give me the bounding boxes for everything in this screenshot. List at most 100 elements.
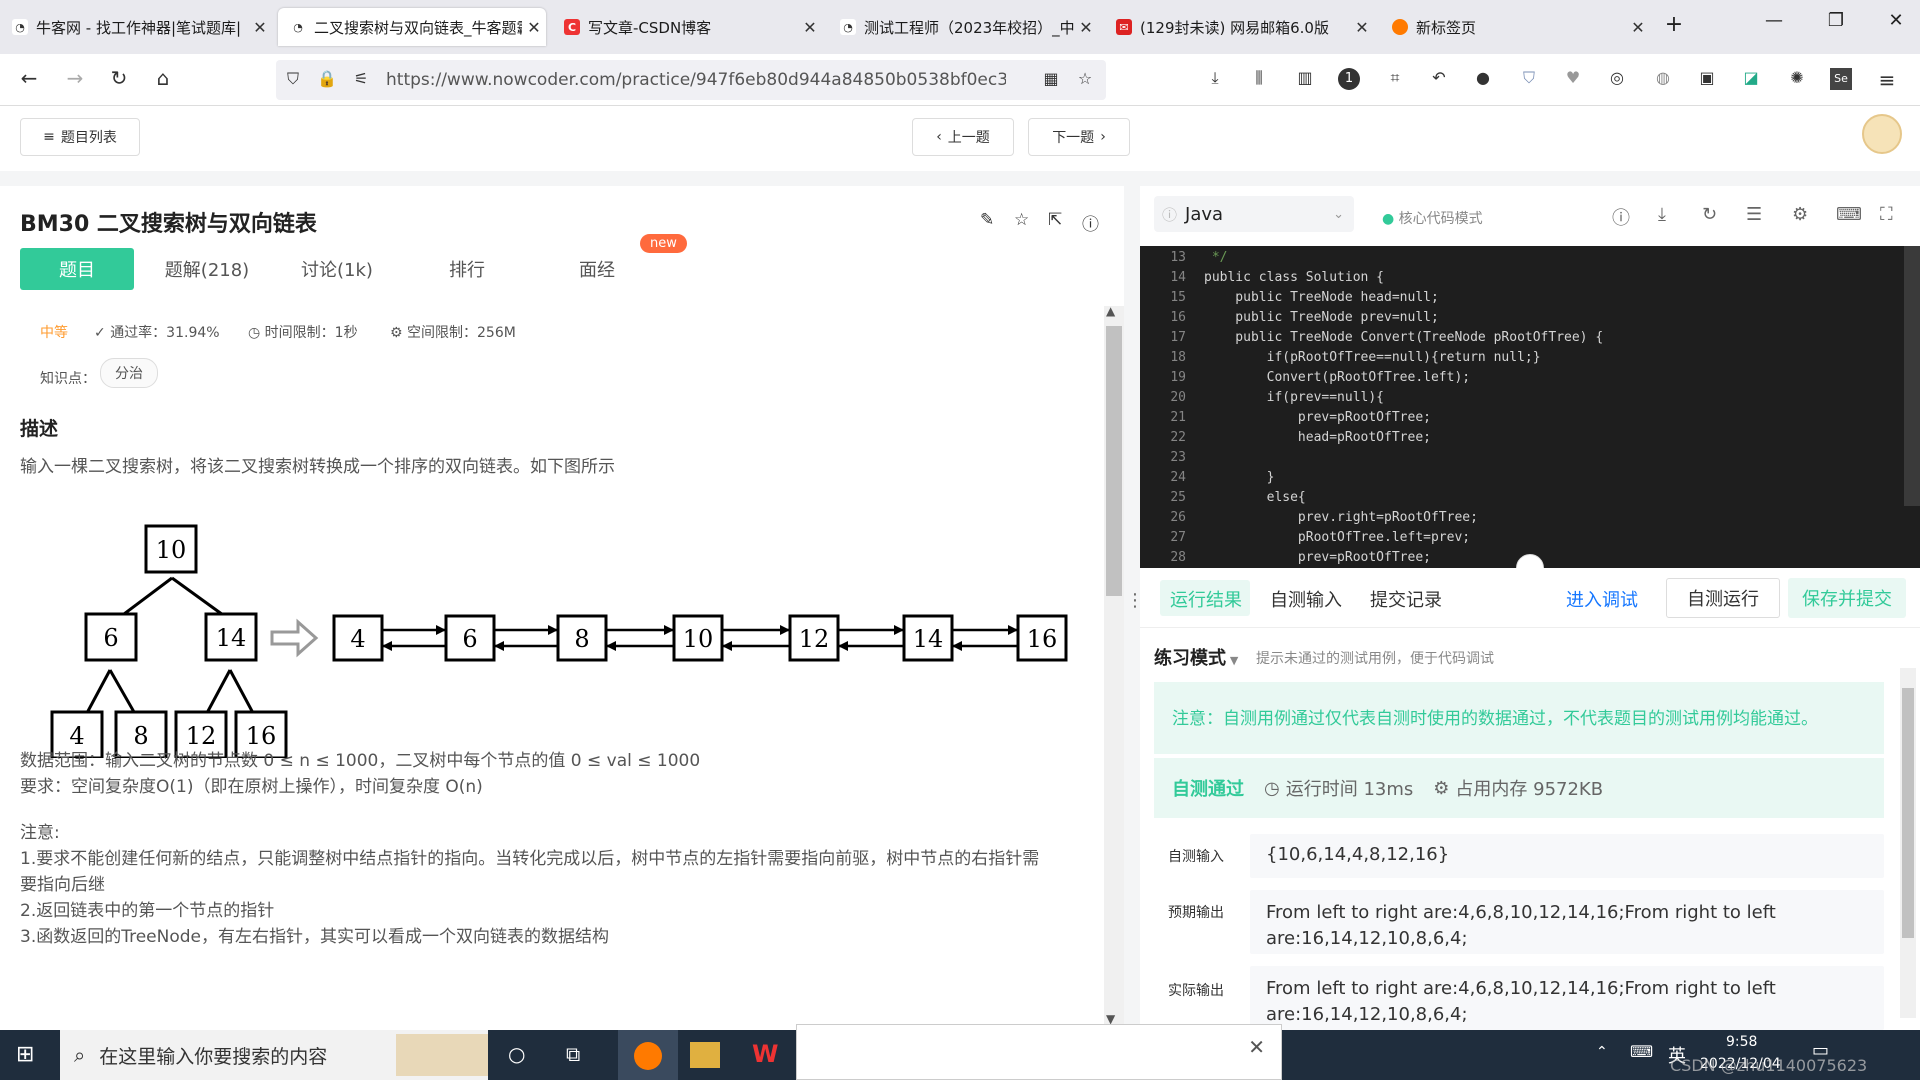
lock-icon[interactable]: 🔒 bbox=[316, 69, 338, 91]
self-test-run-button[interactable]: 自测运行 bbox=[1666, 578, 1780, 618]
code-line[interactable]: } bbox=[1204, 470, 1275, 485]
browser-tab[interactable]: ✉ (129封未读) 网易邮箱6.0版 ✕ bbox=[1104, 8, 1374, 46]
tab-problem[interactable]: 题目 bbox=[20, 248, 134, 290]
avatar[interactable] bbox=[1862, 114, 1902, 154]
firefox-taskbar-button[interactable] bbox=[618, 1030, 678, 1080]
tab-interview[interactable]: 面经 bbox=[540, 248, 654, 290]
selenium-icon[interactable]: Se bbox=[1830, 68, 1852, 90]
new-tab-icon[interactable]: + bbox=[1654, 12, 1694, 37]
browser-tab[interactable]: ◔ 牛客网 - 找工作神器|笔试题库| ✕ bbox=[0, 8, 272, 46]
close-tab-icon[interactable]: ✕ bbox=[798, 18, 822, 37]
next-problem-button[interactable]: 下一题 › bbox=[1028, 118, 1130, 156]
windows-start-icon[interactable]: ⊞ bbox=[16, 1042, 34, 1067]
download-icon[interactable]: ⤓ bbox=[1204, 68, 1226, 90]
undo-icon[interactable]: ↶ bbox=[1428, 68, 1450, 90]
code-line[interactable]: public class Solution { bbox=[1204, 270, 1384, 285]
settings-icon[interactable]: ⚙ bbox=[1792, 204, 1808, 225]
code-line[interactable]: head=pRootOfTree; bbox=[1204, 430, 1431, 445]
close-tab-icon[interactable]: ✕ bbox=[1350, 18, 1374, 37]
bookmark-star-icon[interactable]: ☆ bbox=[1074, 69, 1096, 91]
minimize-icon[interactable]: — bbox=[1754, 10, 1794, 31]
restore-icon[interactable]: ❐ bbox=[1816, 10, 1856, 31]
code-line[interactable]: else{ bbox=[1204, 490, 1306, 505]
tab-discussion[interactable]: 讨论(1k) bbox=[280, 248, 394, 290]
favorite-star-icon[interactable]: ☆ bbox=[1014, 210, 1029, 230]
globe-icon[interactable]: ◍ bbox=[1652, 68, 1674, 90]
close-tab-icon[interactable]: ✕ bbox=[248, 18, 272, 37]
share-icon[interactable]: ⇱ bbox=[1048, 210, 1062, 230]
result-scrollbar-thumb[interactable] bbox=[1902, 688, 1914, 938]
close-tab-icon[interactable]: ✕ bbox=[1626, 18, 1650, 37]
code-line[interactable]: prev=pRootOfTree; bbox=[1204, 550, 1431, 565]
code-line[interactable]: public TreeNode head=null; bbox=[1204, 290, 1439, 305]
extension-icon[interactable]: 1 bbox=[1338, 68, 1360, 90]
report-icon[interactable]: ⓘ bbox=[1082, 210, 1099, 235]
keyboard-icon[interactable]: ⌨ bbox=[1630, 1042, 1653, 1061]
tab-submissions[interactable]: 提交记录 bbox=[1370, 586, 1442, 612]
forward-icon[interactable]: → bbox=[60, 66, 90, 90]
code-editor[interactable]: 13 14 15 16 17 18 19 20 21 22 23 24 25 26 27 28 */ publi… bbox=[1140, 246, 1920, 568]
crop-icon[interactable]: ⌗ bbox=[1384, 68, 1406, 90]
browser-tab[interactable]: C 写文章-CSDN博客 ✕ bbox=[552, 8, 822, 46]
editor-scrollbar-thumb[interactable] bbox=[1904, 246, 1920, 506]
tab-run-result[interactable]: 运行结果 bbox=[1170, 586, 1242, 612]
download-code-icon[interactable]: ⤓ bbox=[1658, 204, 1666, 225]
tab-ranking[interactable]: 排行 bbox=[410, 248, 524, 290]
browser-tab[interactable]: 新标签页 ✕ bbox=[1380, 8, 1650, 46]
tab-solutions[interactable]: 题解(218) bbox=[150, 248, 264, 290]
url-text[interactable]: https://www.nowcoder.com/practice/947f6e… bbox=[386, 70, 1006, 90]
code-line[interactable]: pRootOfTree.left=prev; bbox=[1204, 530, 1470, 545]
scroll-up-icon[interactable]: ▲ bbox=[1106, 304, 1115, 318]
reload-icon[interactable]: ↻ bbox=[104, 66, 134, 90]
permissions-icon[interactable]: ⚟ bbox=[350, 69, 372, 91]
close-tab-icon[interactable]: ✕ bbox=[522, 18, 546, 37]
language-select[interactable]: ⓘ Java ⌄ bbox=[1154, 196, 1354, 232]
practice-mode-dropdown[interactable]: 练习模式 ▼ bbox=[1154, 644, 1238, 670]
description-scrollbar-thumb[interactable] bbox=[1106, 326, 1122, 596]
edit-icon[interactable]: ✎ bbox=[980, 210, 994, 230]
extension-icon[interactable]: ◎ bbox=[1606, 68, 1628, 90]
taskbar-search[interactable]: ⌕ 在这里输入你要搜索的内容 bbox=[60, 1030, 488, 1080]
close-window-icon[interactable]: ✕ bbox=[1876, 10, 1916, 31]
cortana-icon[interactable]: ○ bbox=[508, 1042, 525, 1066]
keyboard-icon[interactable]: ⌨ bbox=[1836, 204, 1862, 225]
knowledge-tag[interactable]: 分治 bbox=[100, 358, 158, 388]
help-icon[interactable]: ⓘ bbox=[1612, 204, 1630, 230]
extension-icon[interactable]: ▣ bbox=[1696, 68, 1718, 90]
save-submit-button[interactable]: 保存并提交 bbox=[1788, 578, 1906, 618]
code-line[interactable]: */ bbox=[1204, 250, 1228, 265]
close-popup-icon[interactable]: ✕ bbox=[1248, 1035, 1265, 1059]
library-icon[interactable]: ⫼ bbox=[1248, 68, 1270, 90]
back-icon[interactable]: ← bbox=[14, 66, 44, 90]
heart-extension-icon[interactable]: ♥ bbox=[1562, 68, 1584, 90]
menu-icon[interactable]: ≡ bbox=[1876, 68, 1898, 92]
task-view-icon[interactable]: ⧉ bbox=[566, 1042, 580, 1066]
format-icon[interactable]: ☰ bbox=[1746, 204, 1762, 225]
code-line[interactable]: public TreeNode Convert(TreeNode pRootOf… bbox=[1204, 330, 1603, 345]
shield-extension-icon[interactable]: ⛉ bbox=[1518, 68, 1540, 90]
enter-debug-button[interactable]: 进入调试 bbox=[1566, 586, 1638, 612]
address-bar[interactable]: ⛉ 🔒 ⚟ https://www.nowcoder.com/practice/… bbox=[276, 60, 1106, 100]
code-line[interactable]: prev.right=pRootOfTree; bbox=[1204, 510, 1478, 525]
code-line[interactable]: public TreeNode prev=null; bbox=[1204, 310, 1439, 325]
tab-custom-input[interactable]: 自测输入 bbox=[1270, 586, 1342, 612]
sidebar-icon[interactable]: ▥ bbox=[1294, 68, 1316, 90]
wps-icon[interactable]: W bbox=[752, 1040, 778, 1068]
extension-icon[interactable]: ● bbox=[1472, 68, 1494, 90]
file-explorer-icon[interactable] bbox=[690, 1042, 720, 1068]
browser-tab[interactable]: ◔ 测试工程师（2023年校招）_中 ✕ bbox=[828, 8, 1098, 46]
prev-problem-button[interactable]: ‹ 上一题 bbox=[912, 118, 1014, 156]
extension-icon[interactable]: ✺ bbox=[1786, 68, 1808, 90]
reset-icon[interactable]: ↻ bbox=[1702, 204, 1717, 225]
extension-icon[interactable]: ◪ bbox=[1740, 68, 1762, 90]
shield-icon[interactable]: ⛉ bbox=[282, 69, 304, 91]
show-hidden-icons[interactable]: ⌃ bbox=[1596, 1044, 1608, 1060]
clock-time[interactable]: 9:58 bbox=[1726, 1034, 1757, 1050]
fullscreen-icon[interactable]: ⛶ bbox=[1880, 204, 1893, 225]
qr-code-icon[interactable]: ▦ bbox=[1040, 69, 1062, 91]
close-tab-icon[interactable]: ✕ bbox=[1074, 18, 1098, 37]
home-icon[interactable]: ⌂ bbox=[148, 66, 178, 90]
code-line[interactable]: if(pRootOfTree==null){return null;} bbox=[1204, 350, 1541, 365]
code-line[interactable]: if(prev==null){ bbox=[1204, 390, 1384, 405]
code-line[interactable]: Convert(pRootOfTree.left); bbox=[1204, 370, 1471, 385]
